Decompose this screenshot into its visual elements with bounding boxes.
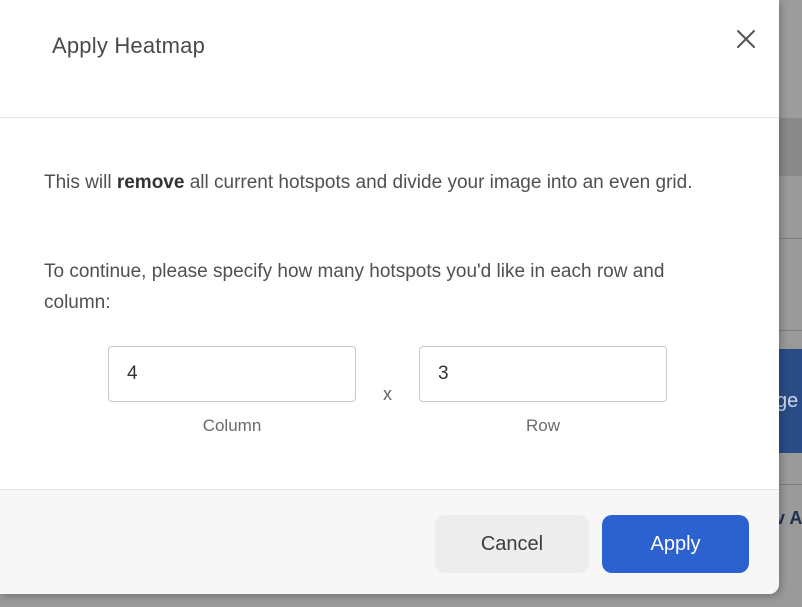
row-label: Row bbox=[525, 416, 560, 435]
dialog-header: Apply Heatmap bbox=[0, 0, 779, 118]
apply-heatmap-dialog: Apply Heatmap This will remove all curre… bbox=[0, 0, 779, 594]
dialog-footer: Cancel Apply bbox=[0, 489, 779, 594]
instruction-text: To continue, please specify how many hot… bbox=[44, 261, 665, 313]
warning-text-prefix: This will bbox=[44, 172, 117, 193]
row-field[interactable] bbox=[419, 346, 667, 402]
dialog-title: Apply Heatmap bbox=[52, 33, 206, 58]
close-icon bbox=[737, 30, 755, 48]
warning-text: This will remove all current hotspots an… bbox=[44, 167, 724, 198]
apply-button[interactable]: Apply bbox=[602, 515, 749, 573]
close-button[interactable] bbox=[731, 24, 761, 54]
column-label: Column bbox=[202, 416, 262, 435]
column-input[interactable] bbox=[109, 347, 355, 401]
dialog-body: This will remove all current hotspots an… bbox=[0, 118, 779, 488]
warning-text-bold: remove bbox=[116, 172, 185, 193]
warning-text-suffix: all current hotspots and divide your ima… bbox=[184, 172, 693, 193]
times-separator: x bbox=[383, 384, 392, 404]
cancel-button[interactable]: Cancel bbox=[435, 515, 589, 573]
row-input[interactable] bbox=[420, 347, 666, 401]
column-field[interactable] bbox=[108, 346, 356, 402]
background-link: v A bbox=[775, 508, 802, 528]
